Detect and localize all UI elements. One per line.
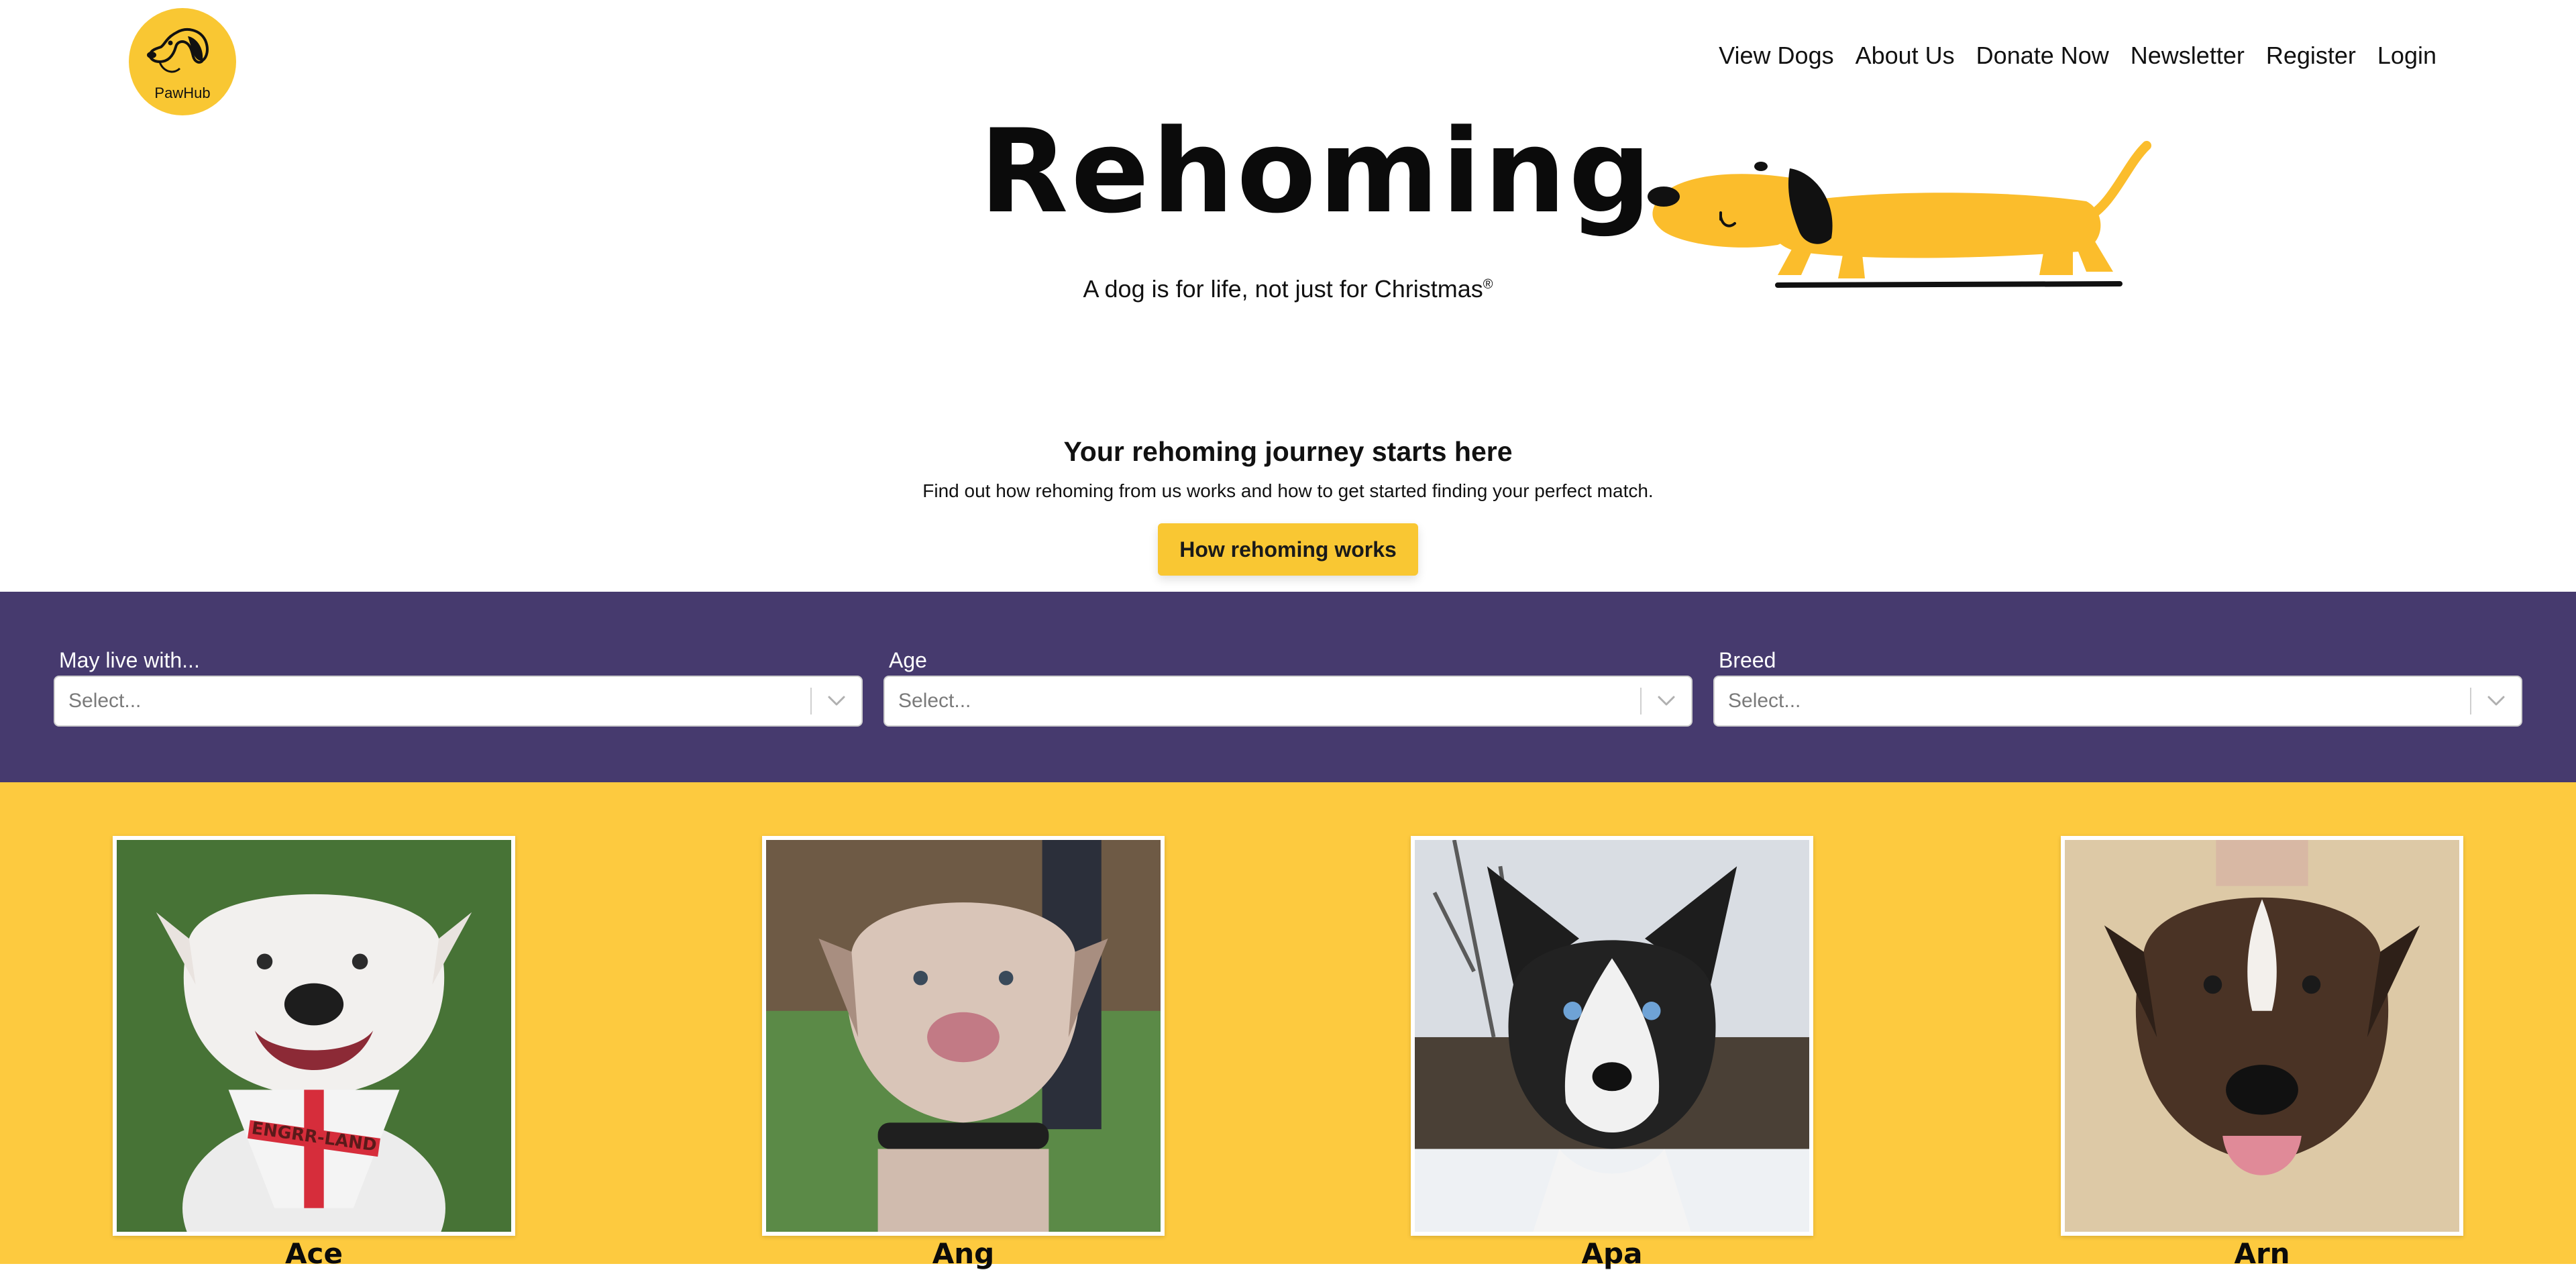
filter-may-live-with: May live with... Select... (54, 648, 863, 727)
dog-photo[interactable]: ENGRR-LAND (113, 836, 515, 1236)
nav-login[interactable]: Login (2377, 42, 2436, 70)
select-separator (2470, 688, 2471, 715)
select-placeholder: Select... (898, 690, 971, 712)
filter-label: May live with... (59, 648, 200, 672)
filter-age: Age Select... (883, 648, 1693, 727)
dog-name[interactable]: Ace (113, 1237, 515, 1270)
dog-photo[interactable] (2061, 836, 2463, 1236)
chevron-down-icon[interactable] (1656, 693, 1676, 709)
dog-name[interactable]: Arn (2061, 1237, 2463, 1270)
dog-grid: ENGRR-LAND Ace Ang Apa Arn (0, 782, 2576, 1270)
dog-photo-image: ENGRR-LAND (117, 840, 511, 1232)
nav-view-dogs[interactable]: View Dogs (1719, 42, 1833, 70)
dachshund-illustration (1648, 141, 2151, 288)
hero-tagline: A dog is for life, not just for Christma… (979, 275, 1597, 303)
dog-card[interactable]: ENGRR-LAND Ace (113, 836, 515, 1270)
nav-about-us[interactable]: About Us (1856, 42, 1955, 70)
nav-newsletter[interactable]: Newsletter (2131, 42, 2245, 70)
dog-photo-image (766, 840, 1161, 1232)
dog-card[interactable]: Ang (762, 836, 1165, 1270)
main-nav: View Dogs About Us Donate Now Newsletter… (1719, 42, 2436, 70)
select-placeholder: Select... (1728, 690, 1801, 712)
age-select[interactable]: Select... (883, 676, 1693, 727)
filter-label: Age (889, 648, 927, 672)
section-description: Find out how rehoming from us works and … (922, 480, 1654, 501)
filter-label: Breed (1719, 648, 1776, 672)
nav-register[interactable]: Register (2266, 42, 2356, 70)
dog-name[interactable]: Apa (1411, 1237, 1813, 1270)
dog-photo-image (1415, 840, 1809, 1232)
nav-donate-now[interactable]: Donate Now (1976, 42, 2109, 70)
select-separator (810, 688, 812, 715)
tagline-text: A dog is for life, not just for Christma… (1083, 275, 1483, 303)
filter-breed: Breed Select... (1713, 648, 2522, 727)
select-placeholder: Select... (68, 690, 142, 712)
page-title: Rehoming (979, 104, 1654, 239)
chevron-down-icon[interactable] (826, 693, 847, 709)
dog-photo[interactable] (762, 836, 1165, 1236)
dog-card[interactable]: Apa (1411, 836, 1813, 1270)
breed-select[interactable]: Select... (1713, 676, 2522, 727)
how-rehoming-works-button[interactable]: How rehoming works (1158, 523, 1418, 576)
filter-bar: May live with... Select... Age Select...… (0, 592, 2576, 782)
dog-card[interactable]: Arn (2061, 836, 2463, 1270)
chevron-down-icon[interactable] (2486, 693, 2506, 709)
dog-head-icon (147, 28, 209, 73)
may-live-with-select[interactable]: Select... (54, 676, 863, 727)
section-heading: Your rehoming journey starts here (1063, 436, 1513, 467)
registered-mark: ® (1483, 277, 1493, 292)
pawhub-logo[interactable]: PawHub (129, 8, 236, 115)
dog-name[interactable]: Ang (762, 1237, 1165, 1270)
dog-photo-image (2065, 840, 2459, 1232)
dog-photo[interactable] (1411, 836, 1813, 1236)
logo-text: PawHub (154, 85, 211, 101)
select-separator (1640, 688, 1642, 715)
